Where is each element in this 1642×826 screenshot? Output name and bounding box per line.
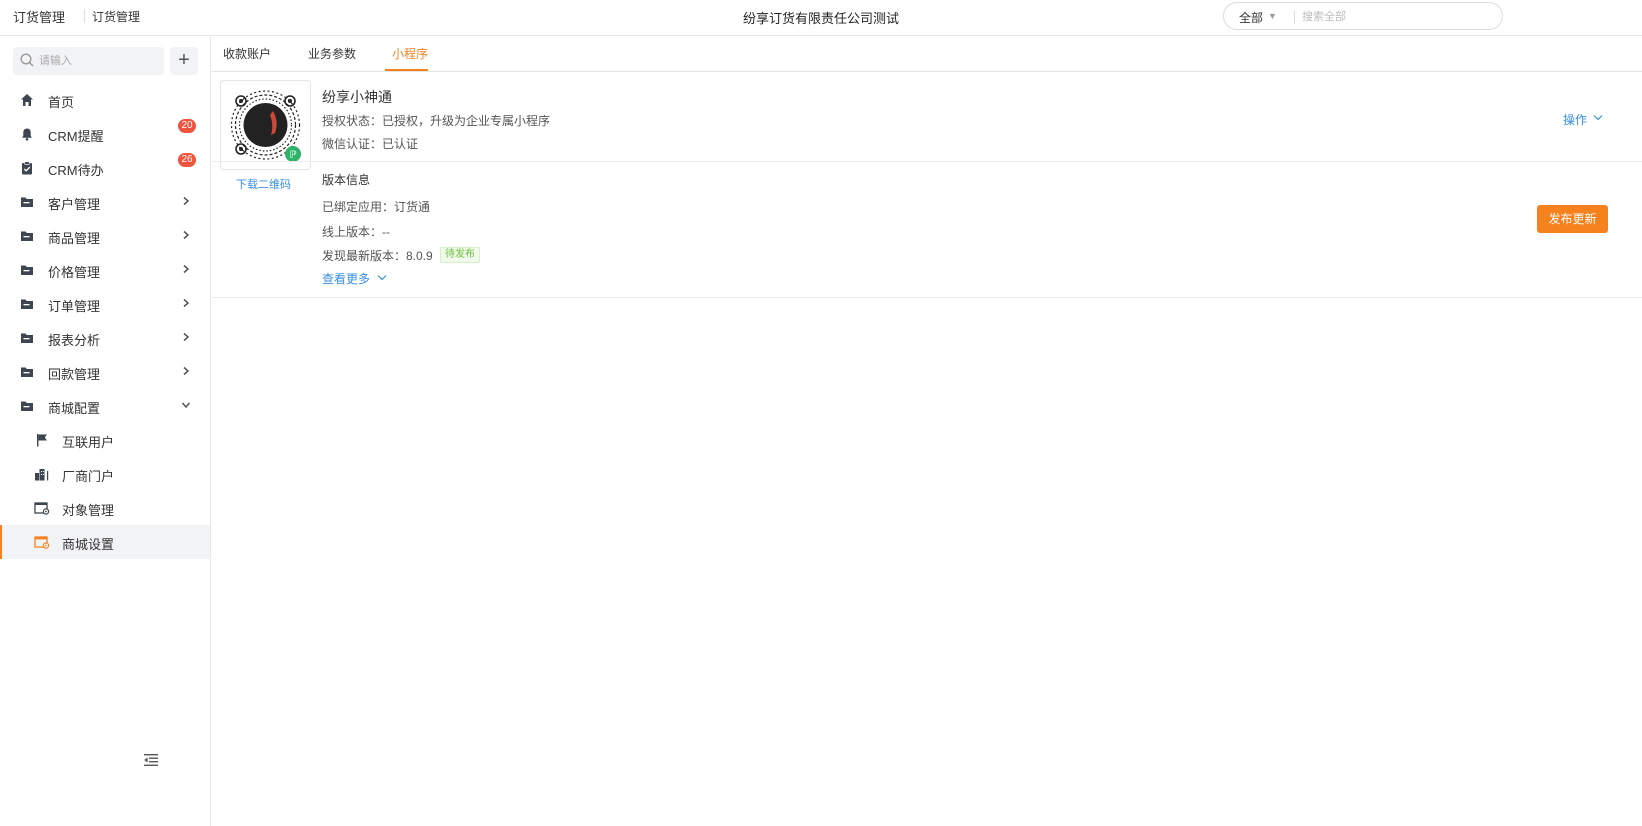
caret-down-icon[interactable]: ▼ [1268, 11, 1277, 21]
sidebar-subitem-object-management[interactable]: 对象管理 [0, 491, 210, 525]
collapse-sidebar-icon[interactable] [143, 753, 159, 767]
tab-bar: 收款账户 业务参数 小程序 [212, 36, 1642, 72]
sidebar-search [13, 47, 164, 75]
section-divider [212, 297, 1642, 298]
mini-program-name: 纷享小神通 [322, 89, 392, 105]
home-icon [21, 94, 33, 106]
sidebar-item-home[interactable]: 首页 [0, 83, 210, 117]
clipboard-icon [22, 161, 32, 175]
sidebar-item-label: 互联用户 [62, 435, 115, 450]
count-badge: 20 [178, 119, 196, 133]
sidebar-item-customer[interactable]: 客户管理 [0, 185, 210, 219]
sidebar-item-label: 商品管理 [48, 231, 101, 246]
download-qr-link[interactable]: 下载二维码 [236, 176, 291, 192]
bell-icon [22, 128, 32, 141]
chevron-down-icon [181, 402, 191, 409]
latest-version: 发现最新版本：8.0.9 [322, 249, 433, 263]
add-button[interactable]: + [170, 47, 198, 75]
sidebar-item-report[interactable]: 报表分析 [0, 321, 210, 355]
chevron-right-icon [183, 230, 190, 240]
search-divider [1294, 10, 1295, 24]
sidebar-item-crm-todo[interactable]: CRM待办 26 [0, 151, 210, 185]
chevron-right-icon [183, 196, 190, 206]
section-divider [212, 161, 1642, 162]
qr-code-image: ℙ [230, 90, 301, 162]
folder-icon [21, 265, 33, 275]
chevron-right-icon [183, 298, 190, 308]
view-more-link[interactable]: 查看更多 [322, 270, 370, 287]
tab-payment-account[interactable]: 收款账户 [223, 45, 271, 62]
bound-app: 已绑定应用：订货通 [322, 200, 431, 214]
sidebar-item-label: 客户管理 [48, 197, 101, 212]
sidebar-item-product[interactable]: 商品管理 [0, 219, 210, 253]
search-icon [20, 53, 34, 67]
active-tab-indicator [385, 69, 428, 71]
chevron-right-icon [183, 332, 190, 342]
online-version: 线上版本：-- [322, 225, 390, 239]
chevron-right-icon [183, 264, 190, 274]
sidebar-item-payment[interactable]: 回款管理 [0, 355, 210, 389]
global-search: 全部 ▼ [1223, 2, 1503, 30]
chevron-down-icon[interactable] [377, 274, 387, 282]
folder-icon [21, 231, 33, 241]
flag-icon [37, 434, 47, 447]
tab-business-params[interactable]: 业务参数 [308, 45, 356, 62]
publish-update-button[interactable]: 发布更新 [1537, 205, 1608, 233]
auth-status: 授权状态：已授权，升级为企业专属小程序 [322, 114, 551, 128]
sidebar-item-order[interactable]: 订单管理 [0, 287, 210, 321]
sidebar-subitem-vendor-portal[interactable]: 厂商门户 [0, 457, 210, 491]
folder-icon [21, 299, 33, 309]
actions-dropdown[interactable]: 操作 [1563, 111, 1587, 128]
version-info-title: 版本信息 [322, 173, 371, 187]
sidebar-subitem-connected-users[interactable]: 互联用户 [0, 423, 210, 457]
folder-icon [21, 401, 33, 411]
sidebar-item-label: 商城配置 [48, 401, 101, 416]
sidebar: + 首页 CRM提醒 20 CRM待办 26 客户管理 商品管理 价 [0, 36, 211, 826]
sidebar-item-label: 首页 [48, 95, 75, 110]
folder-icon [21, 367, 33, 377]
sidebar-item-mall-config[interactable]: 商城配置 [0, 389, 210, 423]
sidebar-item-label: CRM提醒 [48, 129, 104, 144]
object-settings-icon [34, 502, 50, 515]
folder-icon [21, 333, 33, 343]
svg-text:ℙ: ℙ [289, 150, 296, 161]
chevron-right-icon [183, 366, 190, 376]
tab-mini-program[interactable]: 小程序 [392, 45, 428, 62]
count-badge: 26 [178, 153, 196, 167]
sidebar-item-label: 回款管理 [48, 367, 101, 382]
folder-icon [21, 197, 33, 207]
sidebar-item-label: 商城设置 [62, 537, 115, 552]
top-bar: 订货管理 订货管理 纷享订货有限责任公司测试 全部 ▼ [0, 0, 1642, 36]
sidebar-search-input[interactable] [39, 51, 159, 71]
wechat-certification: 微信认证：已认证 [322, 137, 419, 151]
mall-settings-icon [34, 536, 50, 549]
sidebar-item-label: 价格管理 [48, 265, 101, 280]
sidebar-item-price[interactable]: 价格管理 [0, 253, 210, 287]
sidebar-item-crm-reminder[interactable]: CRM提醒 20 [0, 117, 210, 151]
search-scope-select[interactable]: 全部 [1239, 9, 1263, 26]
sidebar-item-label: 厂商门户 [62, 469, 115, 484]
sidebar-item-label: 订单管理 [48, 299, 101, 314]
global-search-input[interactable] [1302, 7, 1492, 27]
pending-release-tag: 待发布 [440, 247, 480, 263]
sidebar-item-label: CRM待办 [48, 163, 104, 178]
sidebar-item-label: 报表分析 [48, 333, 101, 348]
sidebar-subitem-mall-settings[interactable]: 商城设置 [0, 525, 210, 559]
qr-code-card: ℙ [220, 80, 311, 170]
sidebar-item-label: 对象管理 [62, 503, 115, 518]
building-icon [35, 469, 49, 481]
chevron-down-icon[interactable] [1593, 114, 1603, 122]
